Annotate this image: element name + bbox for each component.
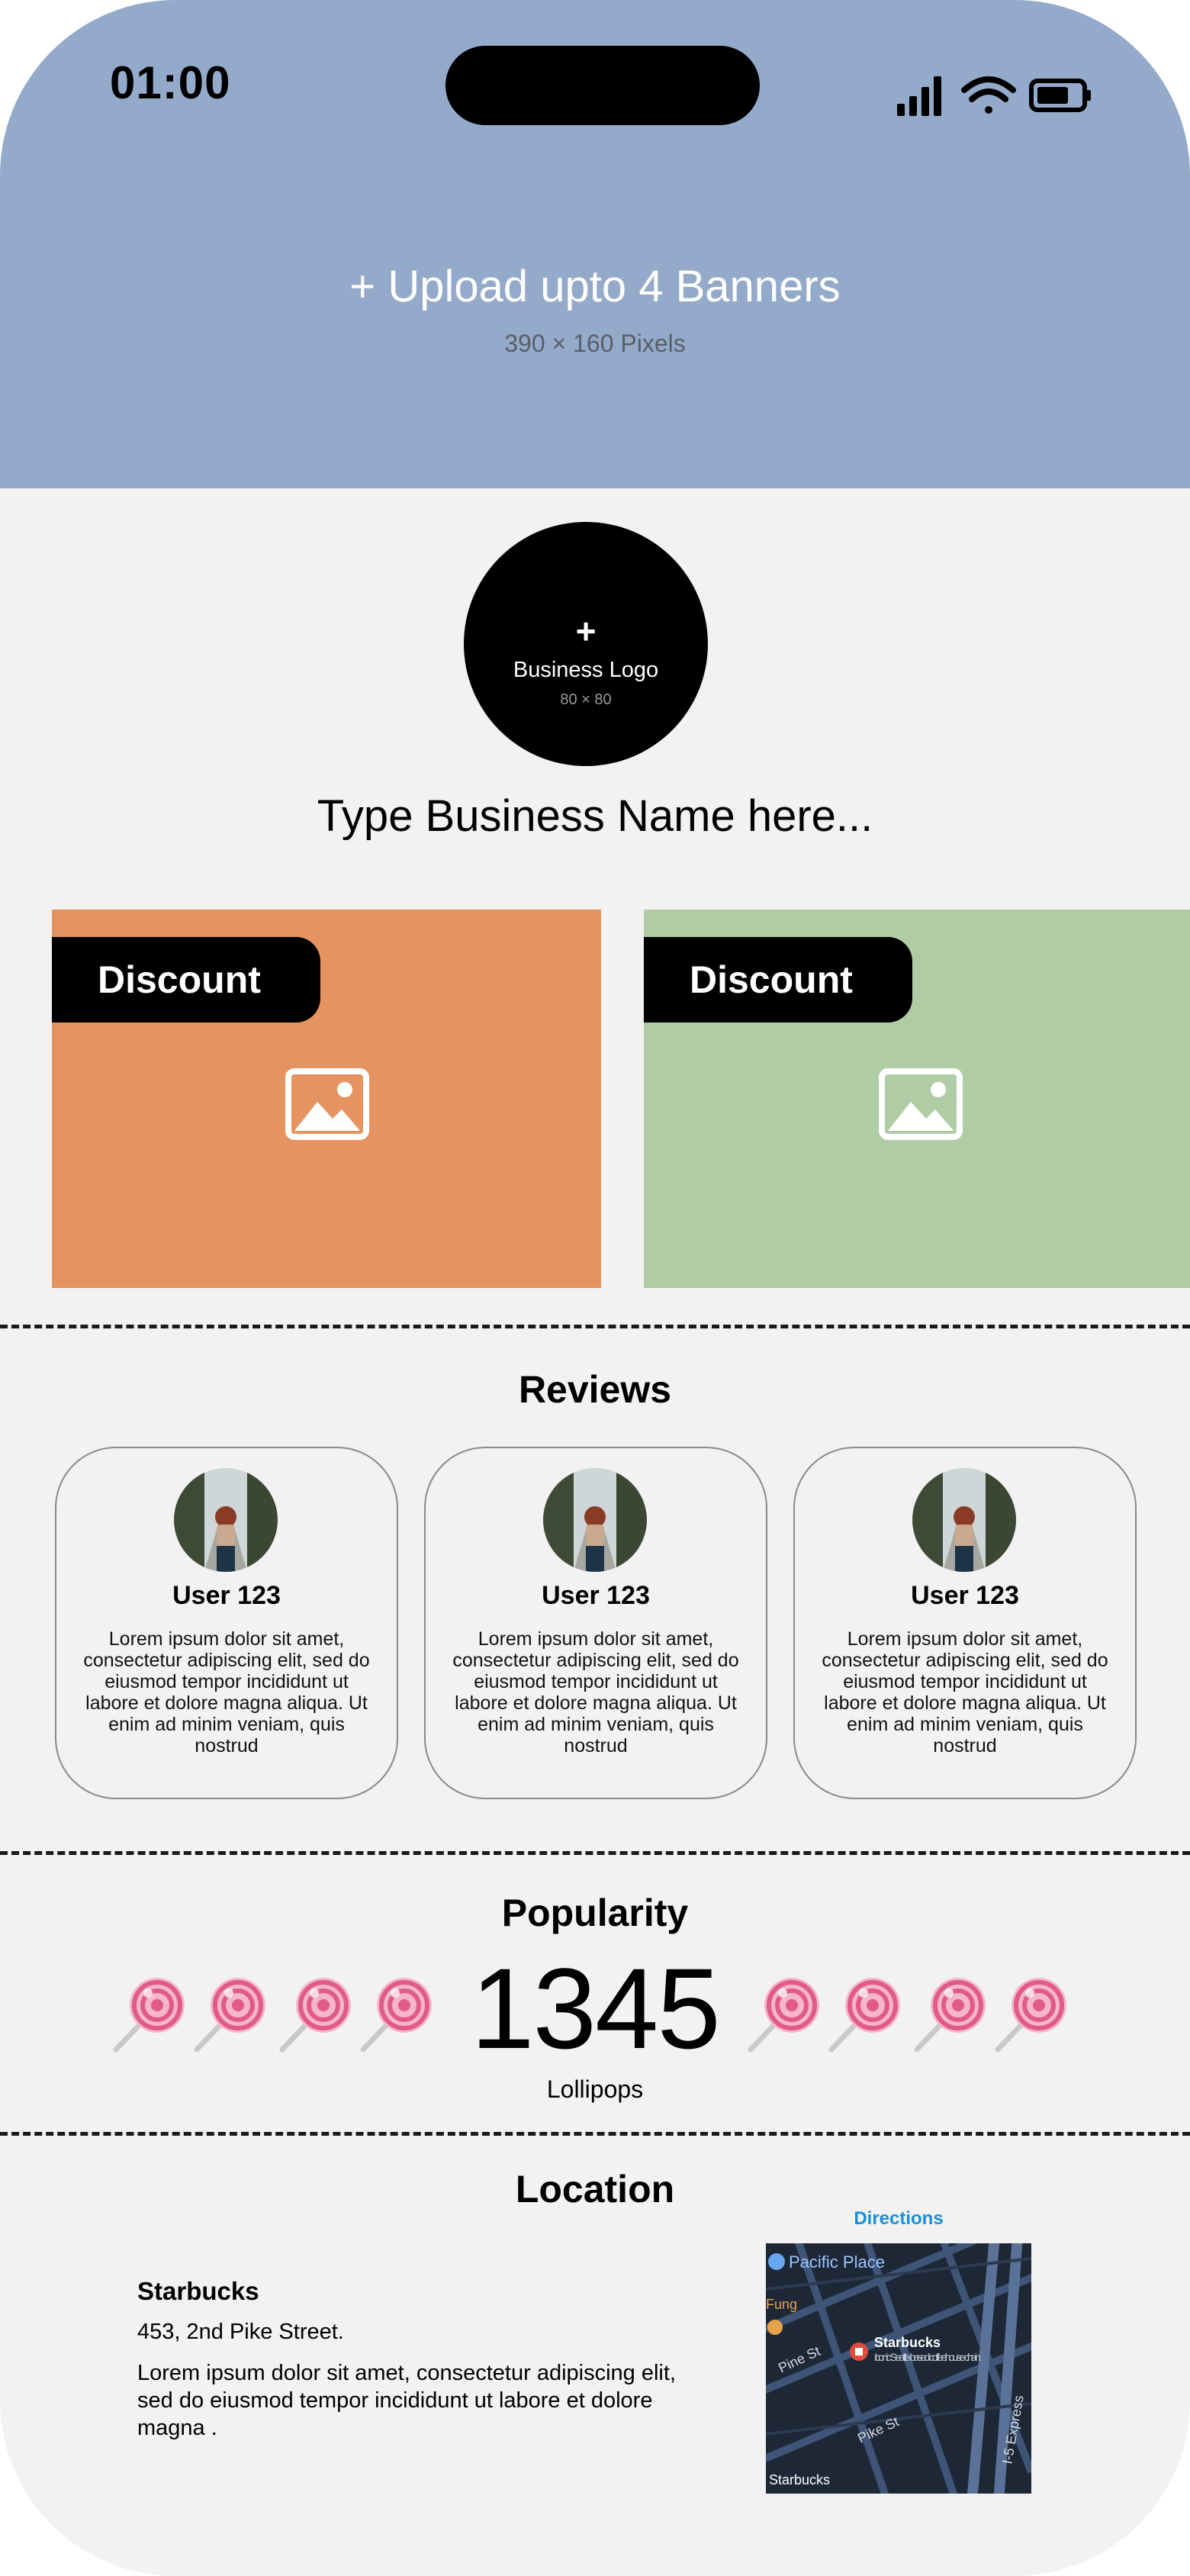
review-text: Lorem ipsum dolor sit amet, consectetur …: [452, 1628, 739, 1757]
avatar: [174, 1468, 278, 1572]
battery-icon: [1029, 79, 1091, 112]
section-divider: [0, 1851, 1190, 1855]
review-text: Lorem ipsum dolor sit amet, consectetur …: [822, 1628, 1108, 1757]
lollipop-icon: [194, 1978, 265, 2053]
map-pin-icon: [850, 2343, 868, 2361]
phone-screen: 01:00 + Upload upto 4 Banners 390 × 160 …: [0, 0, 1190, 2576]
svg-text:Pacific Place: Pacific Place: [789, 2252, 885, 2272]
lollipop-icon: [113, 1978, 185, 2053]
location-name: Starbucks: [137, 2277, 259, 2305]
popularity-unit: Lollipops: [546, 2075, 644, 2103]
business-logo-label: Business Logo: [513, 658, 659, 682]
svg-text:Fung: Fung: [766, 2297, 797, 2312]
map-pin-sub: Iconic Seattle-based coffeehouse chain: [874, 2351, 981, 2363]
status-icons: [897, 76, 1091, 116]
popularity-count: 1345: [471, 1944, 721, 2072]
image-placeholder-icon: [285, 1068, 369, 1140]
section-divider: [0, 1325, 1190, 1328]
review-card[interactable]: User 123 Lorem ipsum dolor sit amet, con…: [793, 1447, 1137, 1799]
lollipop-icon: [995, 1978, 1066, 2053]
lollipop-icon: [914, 1978, 986, 2053]
lollipop-icon: [748, 1978, 819, 2053]
review-card[interactable]: User 123 Lorem ipsum dolor sit amet, con…: [55, 1447, 398, 1799]
directions-link[interactable]: Directions: [766, 2208, 1031, 2230]
location-description: Lorem ipsum dolor sit amet, consectetur …: [137, 2361, 676, 2440]
review-user-name: User 123: [911, 1581, 1019, 1610]
wifi-icon: [961, 76, 1016, 114]
signal-icon: [897, 76, 941, 116]
svg-text:Starbucks: Starbucks: [874, 2335, 941, 2350]
review-card[interactable]: User 123 Lorem ipsum dolor sit amet, con…: [424, 1447, 767, 1799]
discount-card[interactable]: Discount: [52, 910, 601, 1288]
discount-tag: Discount: [644, 937, 912, 1022]
discount-tag: Discount: [52, 937, 320, 1022]
upload-banners-title[interactable]: + Upload upto 4 Banners: [0, 261, 1190, 312]
lollipop-icon: [828, 1978, 900, 2053]
popularity-title: Popularity: [501, 1892, 689, 1934]
business-logo-size: 80 × 80: [560, 691, 612, 708]
business-name-input[interactable]: Type Business Name here...: [0, 791, 1190, 842]
dynamic-island: [445, 46, 760, 125]
status-time: 01:00: [110, 57, 231, 108]
review-user-name: User 123: [172, 1581, 281, 1610]
add-icon: +: [575, 611, 597, 651]
location-address: 453, 2nd Pike Street.: [137, 2320, 344, 2344]
section-divider: [0, 2132, 1190, 2136]
banner-size-hint: 390 × 160 Pixels: [504, 330, 686, 357]
svg-text:Starbucks: Starbucks: [769, 2472, 830, 2487]
banner-upload-area[interactable]: 01:00 + Upload upto 4 Banners 390 × 160 …: [0, 0, 1190, 488]
discount-card[interactable]: Discount: [644, 910, 1190, 1288]
lollipop-icon: [360, 1978, 432, 2053]
lollipop-icon: [279, 1978, 351, 2053]
avatar: [543, 1468, 647, 1572]
reviews-title: Reviews: [518, 1368, 672, 1411]
avatar: [912, 1468, 1016, 1572]
image-placeholder-icon: [879, 1068, 963, 1140]
review-text: Lorem ipsum dolor sit amet, consectetur …: [83, 1628, 370, 1757]
business-logo-upload[interactable]: + Business Logo 80 × 80: [464, 522, 708, 766]
location-map[interactable]: Pacific Place Fung Pine St Pike St I-5 E…: [766, 2243, 1031, 2494]
location-title: Location: [515, 2168, 675, 2211]
review-user-name: User 123: [542, 1581, 650, 1610]
